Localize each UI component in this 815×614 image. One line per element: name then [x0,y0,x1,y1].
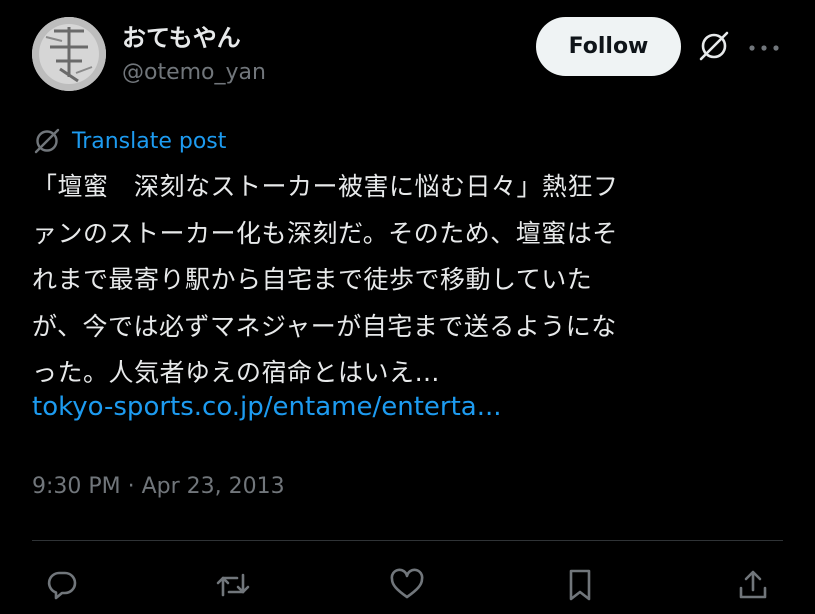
divider [32,540,783,541]
reply-icon [45,568,79,602]
post-timestamp[interactable]: 9:30 PM · Apr 23, 2013 [32,474,285,499]
post-text: 「壇蜜 深刻なストーカー被害に悩む日々」熱狂フ ァンのストーカー化も深刻だ。その… [32,164,767,397]
grok-icon[interactable] [697,29,731,63]
like-icon [389,568,425,602]
avatar-image [32,17,106,91]
avatar[interactable] [32,17,106,91]
reply-button[interactable] [43,566,81,604]
post-link[interactable]: tokyo-sports.co.jp/entame/enterta... [32,392,502,422]
post-text-line: ァンのストーカー化も深刻だ。そのため、壇蜜はそ [32,218,618,248]
follow-button[interactable]: Follow [536,17,681,76]
translate-icon [32,126,62,156]
author-handle[interactable]: @otemo_yan [122,60,266,85]
share-button[interactable] [734,566,772,604]
translate-label: Translate post [72,128,227,154]
bookmark-icon [565,567,595,603]
post-text-line: 「壇蜜 深刻なストーカー被害に悩む日々」熱狂フ [32,172,619,201]
post-text-line: った。人気者ゆえの宿命とはいえ… [32,358,441,387]
share-icon [736,568,770,602]
post-card: おてもやん @otemo_yan Follow Translate post 「… [0,0,815,614]
more-options-icon[interactable] [748,44,780,52]
post-text-line: れまで最寄り駅から自宅まで徒歩で移動していた [32,265,593,294]
author-display-name[interactable]: おてもやん [122,18,241,53]
repost-icon [215,568,251,602]
translate-post-link[interactable]: Translate post [32,126,226,156]
like-button[interactable] [388,566,426,604]
bookmark-button[interactable] [561,566,599,604]
post-text-line: が、今では必ずマネジャーが自宅まで送るようにな [32,311,617,341]
repost-button[interactable] [214,566,252,604]
